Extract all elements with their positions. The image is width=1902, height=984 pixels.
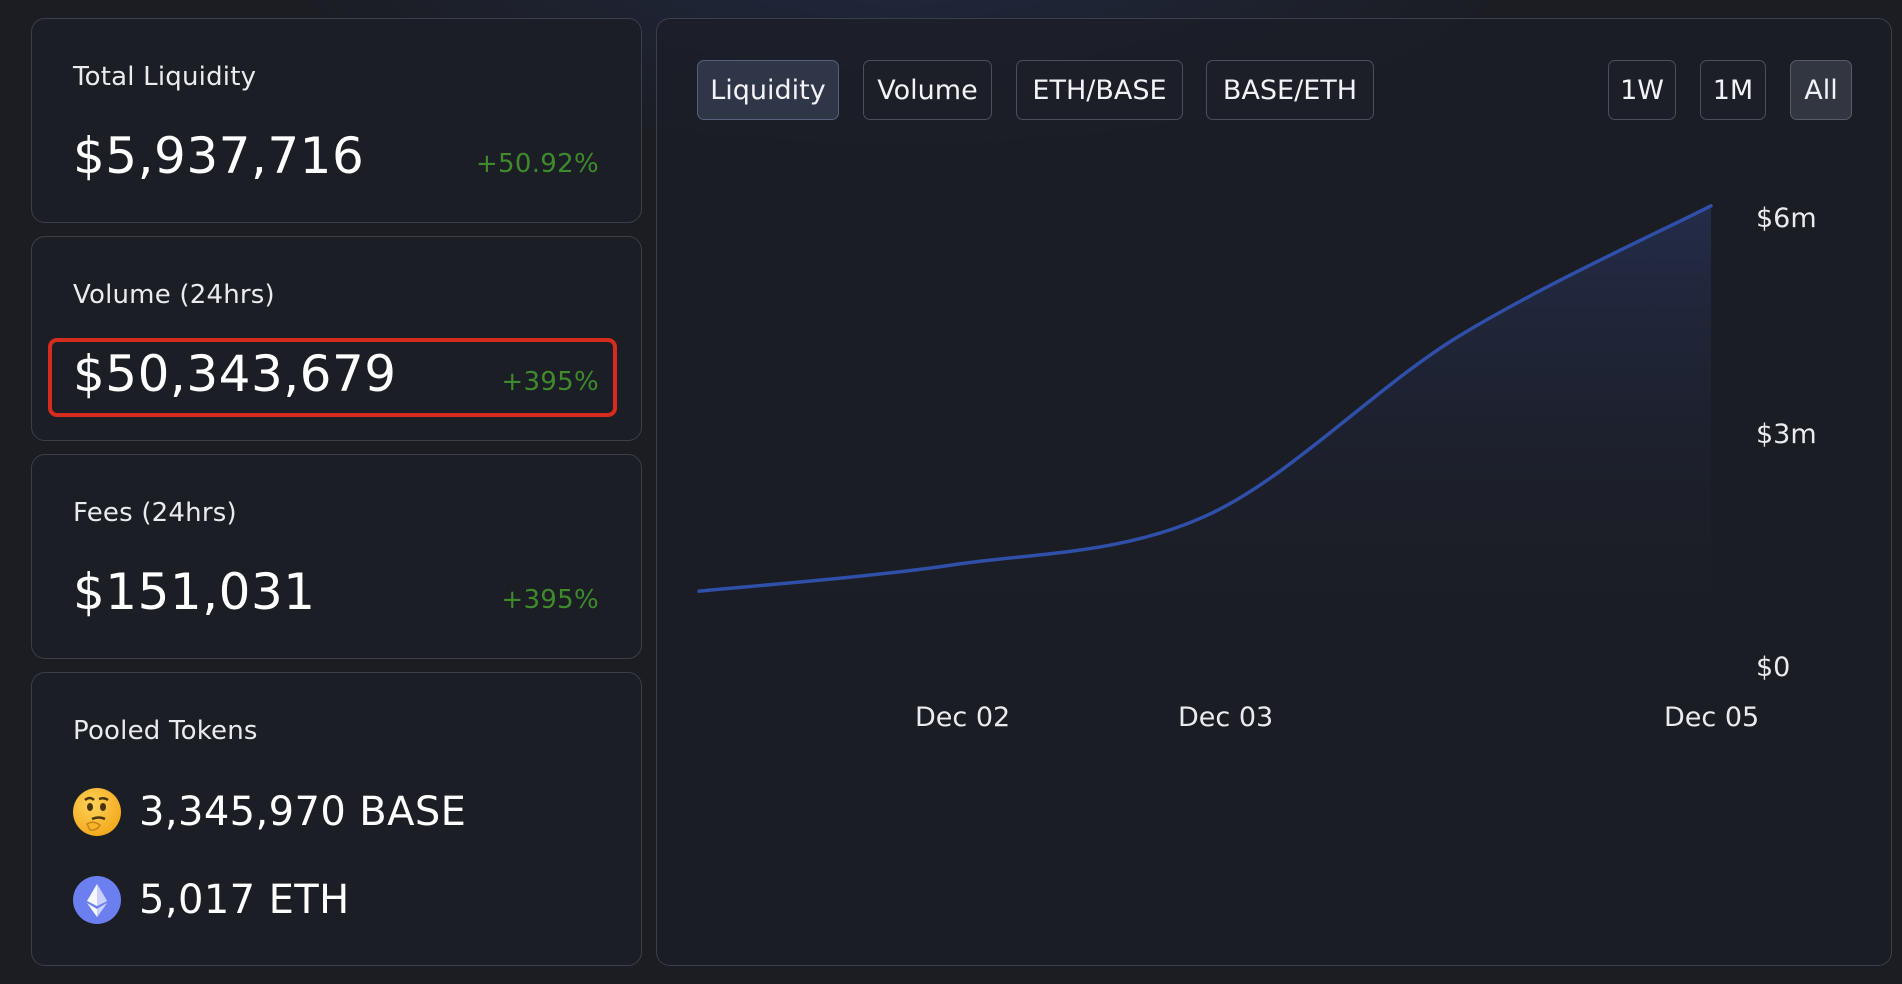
y-tick-label: $6m (1756, 203, 1817, 234)
y-tick-label: $3m (1756, 419, 1817, 450)
y-tick-label: $0 (1756, 652, 1791, 683)
x-tick-label: Dec 03 (1178, 702, 1274, 733)
chart-area (699, 205, 1711, 666)
liquidity-chart (697, 204, 1713, 666)
x-tick-label: Dec 02 (915, 702, 1011, 733)
x-tick-label: Dec 05 (1664, 702, 1760, 733)
